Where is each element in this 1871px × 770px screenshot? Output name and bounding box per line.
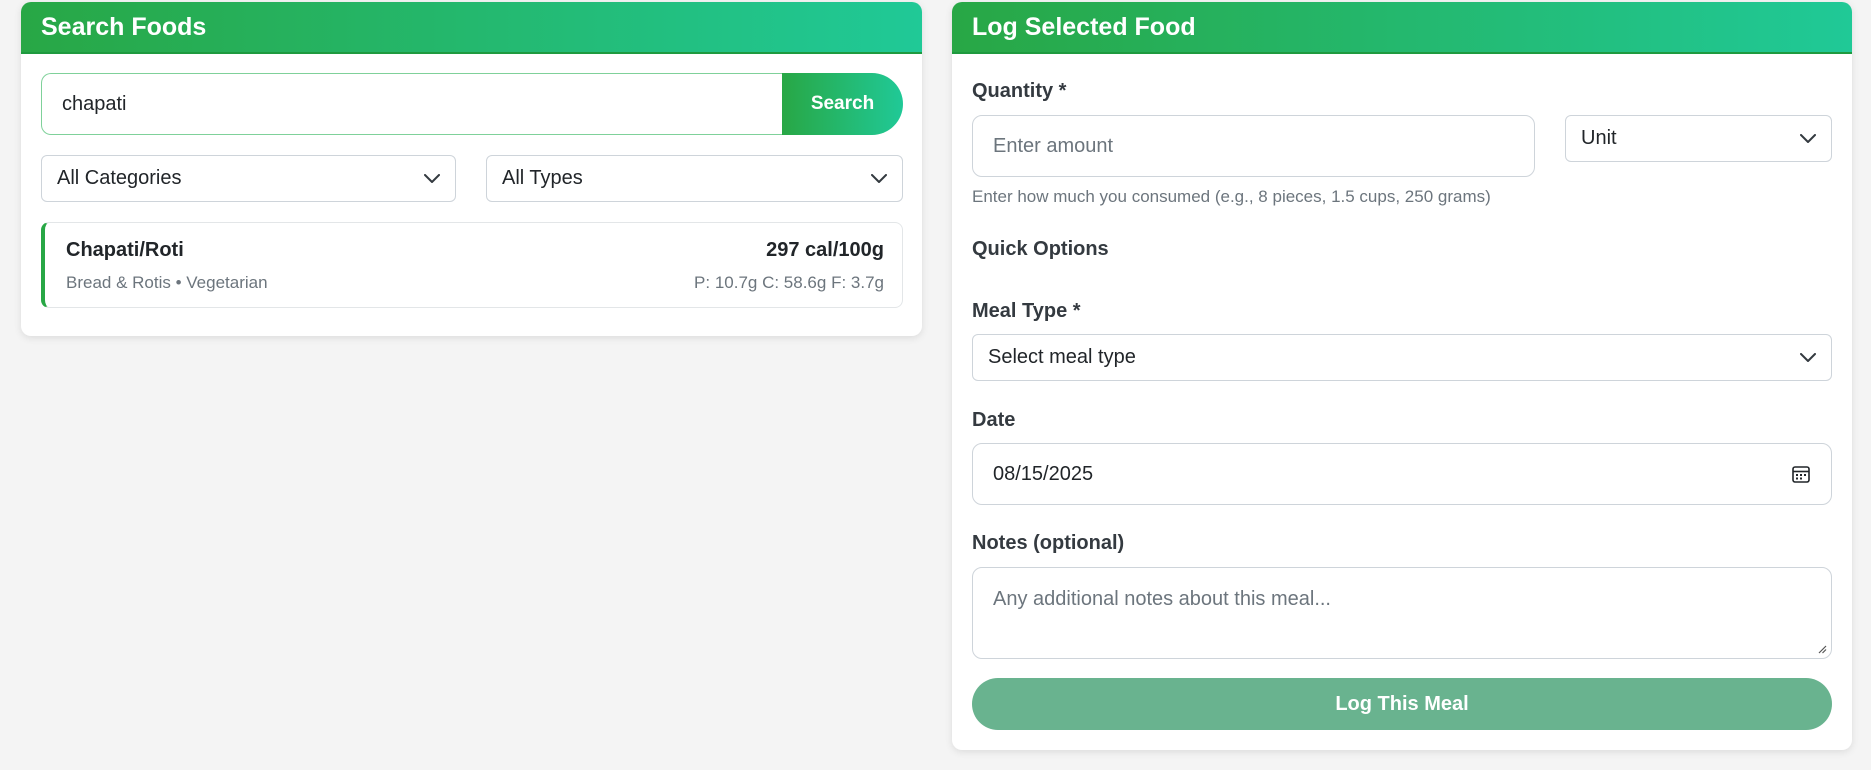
notes-label: Notes (optional) — [972, 532, 1125, 554]
quick-options-label: Quick Options — [972, 238, 1109, 260]
log-food-title: Log Selected Food — [952, 2, 1852, 54]
food-macros: P: 10.7g C: 58.6g F: 3.7g — [694, 273, 884, 292]
notes-textarea[interactable]: Any additional notes about this meal... — [972, 567, 1832, 659]
type-select[interactable]: All Types — [486, 155, 903, 202]
food-category-type: Bread & Rotis • Vegetarian — [66, 273, 268, 292]
category-select-value: All Categories — [57, 167, 182, 189]
meal-type-select-value: Select meal type — [988, 346, 1136, 368]
date-value: 08/15/2025 — [993, 462, 1094, 485]
chevron-down-icon — [1800, 133, 1816, 143]
food-result-item[interactable]: Chapati/Roti 297 cal/100g Bread & Rotis … — [41, 222, 903, 308]
food-calories: 297 cal/100g — [766, 239, 884, 261]
chevron-down-icon — [1800, 352, 1816, 362]
log-meal-button[interactable]: Log This Meal — [972, 678, 1832, 730]
search-foods-card: Search Foods Search All Categories All T… — [21, 2, 922, 336]
quantity-help-text: Enter how much you consumed (e.g., 8 pie… — [972, 187, 1491, 206]
search-bar: Search — [41, 73, 903, 135]
resize-handle-icon[interactable] — [1817, 644, 1827, 654]
food-search-input[interactable] — [41, 73, 782, 135]
category-select[interactable]: All Categories — [41, 155, 456, 202]
quantity-input[interactable]: Enter amount — [972, 115, 1535, 177]
search-foods-title: Search Foods — [21, 2, 922, 54]
chevron-down-icon — [424, 173, 440, 183]
quantity-placeholder: Enter amount — [993, 134, 1114, 157]
quantity-label: Quantity * — [972, 80, 1067, 102]
search-button[interactable]: Search — [782, 73, 903, 135]
type-select-value: All Types — [502, 167, 583, 189]
chevron-down-icon — [871, 173, 887, 183]
unit-select[interactable]: Unit — [1565, 115, 1832, 162]
food-name: Chapati/Roti — [66, 239, 184, 261]
log-food-card: Log Selected Food Quantity * Enter amoun… — [952, 2, 1852, 750]
calendar-icon[interactable] — [1791, 464, 1811, 484]
meal-type-select[interactable]: Select meal type — [972, 334, 1832, 381]
date-input[interactable]: 08/15/2025 — [972, 443, 1832, 505]
date-label: Date — [972, 409, 1016, 431]
notes-placeholder: Any additional notes about this meal... — [993, 588, 1331, 610]
meal-type-label: Meal Type * — [972, 300, 1081, 322]
unit-select-value: Unit — [1581, 127, 1617, 149]
